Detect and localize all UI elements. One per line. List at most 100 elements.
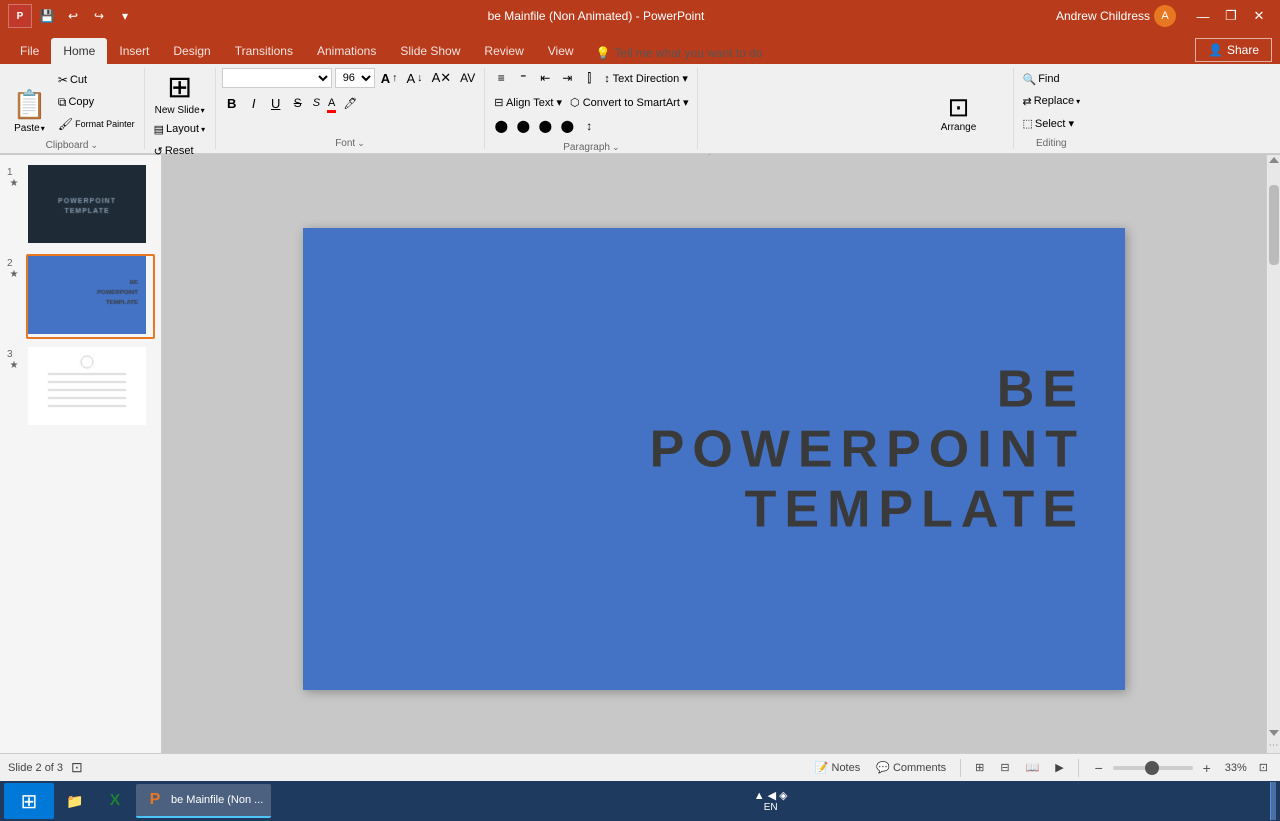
font-color-button[interactable]: A <box>325 93 338 113</box>
ribbon-group-paragraph: ≡ ⁼ ⇤ ⇥ ⫿ ↕ Text Direction ▾ ⊟ Align Tex… <box>485 68 698 149</box>
select-button[interactable]: ⬚ Select ▾ <box>1020 113 1084 133</box>
slide-star-2: ★ <box>10 269 19 280</box>
tab-view[interactable]: View <box>536 38 586 64</box>
undo-quickaccess[interactable]: ↩ <box>62 5 84 27</box>
italic-button[interactable]: I <box>244 93 264 113</box>
new-slide-button[interactable]: ⊞ New Slide ▾ <box>151 68 209 118</box>
find-icon: 🔍 <box>1023 73 1037 86</box>
inc-indent-button[interactable]: ⇥ <box>557 68 577 88</box>
format-painter-button[interactable]: 🖌 Format Painter <box>55 114 138 134</box>
restore-button[interactable]: ❐ <box>1218 5 1244 27</box>
slide-number-1: 1 <box>7 163 21 178</box>
scroll-up-arrow[interactable] <box>1269 157 1279 163</box>
ribbon-group-clipboard: 📋 Paste ▾ ✂ Cut ⧉ Copy <box>0 68 145 149</box>
font-name-select[interactable] <box>222 68 332 88</box>
slide-line1: BE <box>650 360 1085 420</box>
clear-format-button[interactable]: A✕ <box>429 68 455 88</box>
convert-smartart-button[interactable]: ⬡ Convert to SmartArt ▾ <box>567 92 691 112</box>
find-button[interactable]: 🔍 Find <box>1020 69 1084 89</box>
scroll-thumb-v[interactable] <box>1269 185 1279 265</box>
taskbar: ⊞ 📁 X P be Mainfile (Non ... ▲ ◀ ◈ EN <box>0 781 1280 821</box>
zoom-slider[interactable] <box>1113 766 1193 770</box>
slide-main-canvas[interactable]: BE POWERPOINT TEMPLATE <box>303 228 1125 690</box>
slideshow-icon: ▶ <box>1055 761 1063 774</box>
excel-icon: X <box>104 790 126 812</box>
layout-button[interactable]: ▤ Layout ▾ <box>151 119 209 139</box>
redo-quickaccess[interactable]: ↪ <box>88 5 110 27</box>
tab-insert[interactable]: Insert <box>107 38 161 64</box>
slide-thumb-2[interactable] <box>26 254 155 339</box>
format-painter-icon: 🖌 <box>58 117 73 131</box>
tab-slideshow[interactable]: Slide Show <box>388 38 472 64</box>
font-size-select[interactable]: 96 <box>335 68 375 88</box>
minimize-button[interactable]: — <box>1190 5 1216 27</box>
slide-thumb-3[interactable] <box>26 345 155 430</box>
justify-button[interactable]: ⬤ <box>557 116 577 136</box>
numbering-button[interactable]: ⁼ <box>513 68 533 88</box>
customize-quickaccess[interactable]: ▾ <box>114 5 136 27</box>
scroll-down-arrow[interactable] <box>1269 730 1279 736</box>
taskbar-app-excel[interactable]: X <box>96 784 134 818</box>
tab-animations[interactable]: Animations <box>305 38 388 64</box>
replace-button[interactable]: ⇄ Replace ▾ <box>1020 91 1084 111</box>
share-button[interactable]: 👤 Share <box>1195 38 1272 62</box>
zoom-plus-button[interactable]: + <box>1197 758 1217 778</box>
decrease-font-button[interactable]: A↓ <box>404 68 426 88</box>
increase-font-button[interactable]: A↑ <box>378 68 401 88</box>
slide-thumb-1[interactable] <box>26 163 155 248</box>
scroll-resize-handle: ⋯ <box>1269 740 1279 751</box>
start-button[interactable]: ⊞ <box>4 783 54 819</box>
tab-transitions[interactable]: Transitions <box>223 38 305 64</box>
taskbar-app-explorer[interactable]: 📁 <box>56 784 94 818</box>
copy-button[interactable]: ⧉ Copy <box>55 92 138 112</box>
paste-button[interactable]: 📋 Paste ▾ <box>6 68 53 136</box>
ribbon: 📋 Paste ▾ ✂ Cut ⧉ Copy <box>0 64 1280 154</box>
underline-button[interactable]: U <box>266 93 286 113</box>
tab-review[interactable]: Review <box>472 38 535 64</box>
reading-view-icon: 📖 <box>1026 761 1040 774</box>
zoom-level[interactable]: 33% <box>1225 762 1247 774</box>
bold-button[interactable]: B <box>222 93 242 113</box>
bullets-button[interactable]: ≡ <box>491 68 511 88</box>
notes-button[interactable]: 📝 Notes <box>811 759 864 776</box>
slide-item-3[interactable]: 3 ★ <box>6 345 155 430</box>
paragraph-expand[interactable]: ⌄ <box>612 142 620 153</box>
vertical-scrollbar[interactable]: ⋯ <box>1266 155 1280 753</box>
slide-panel[interactable]: 1 ★ 2 ★ 3 ★ <box>0 155 162 753</box>
slide-sorter-button[interactable]: ⊟ <box>996 759 1013 776</box>
tab-home[interactable]: Home <box>51 38 107 64</box>
tell-me-button[interactable]: 💡 Tell me what you want to do <box>586 42 773 64</box>
char-spacing-button[interactable]: AV <box>457 68 478 88</box>
fit-slide-icon[interactable]: ⊡ <box>71 759 83 776</box>
text-direction-button[interactable]: ↕ Text Direction ▾ <box>601 68 691 88</box>
align-center-button[interactable]: ⬤ <box>513 116 533 136</box>
clipboard-expand[interactable]: ⌄ <box>90 140 98 151</box>
columns-button[interactable]: ⫿ <box>579 68 599 88</box>
fit-page-button[interactable]: ⊡ <box>1255 759 1272 776</box>
close-button[interactable]: ✕ <box>1246 5 1272 27</box>
slide-item-2[interactable]: 2 ★ <box>6 254 155 339</box>
align-text-button[interactable]: ⊟ Align Text ▾ <box>491 92 565 112</box>
reading-view-button[interactable]: 📖 <box>1022 759 1044 776</box>
text-shadow-button[interactable]: S <box>310 93 323 113</box>
slideshow-button[interactable]: ▶ <box>1051 759 1067 776</box>
show-desktop-button[interactable] <box>1270 782 1276 820</box>
taskbar-app-powerpoint[interactable]: P be Mainfile (Non ... <box>136 784 271 818</box>
comments-button[interactable]: 💬 Comments <box>872 759 950 776</box>
strikethrough-button[interactable]: S <box>288 93 308 113</box>
font-expand[interactable]: ⌄ <box>357 138 365 149</box>
align-right-button[interactable]: ⬤ <box>535 116 555 136</box>
save-quickaccess[interactable]: 💾 <box>36 5 58 27</box>
normal-view-button[interactable]: ⊞ <box>971 759 988 776</box>
clipboard-buttons: 📋 Paste ▾ ✂ Cut ⧉ Copy <box>6 68 138 136</box>
zoom-minus-button[interactable]: − <box>1089 758 1109 778</box>
slide-item-1[interactable]: 1 ★ <box>6 163 155 248</box>
tab-design[interactable]: Design <box>161 38 222 64</box>
line-spacing-button[interactable]: ↕ <box>579 116 599 136</box>
align-left-button[interactable]: ⬤ <box>491 116 511 136</box>
tab-file[interactable]: File <box>8 38 51 64</box>
dec-indent-button[interactable]: ⇤ <box>535 68 555 88</box>
arrange-button[interactable]: ⊡ Arrange <box>910 68 1006 136</box>
highlight-color-button[interactable]: 🖊 <box>340 93 360 113</box>
cut-button[interactable]: ✂ Cut <box>55 70 138 90</box>
